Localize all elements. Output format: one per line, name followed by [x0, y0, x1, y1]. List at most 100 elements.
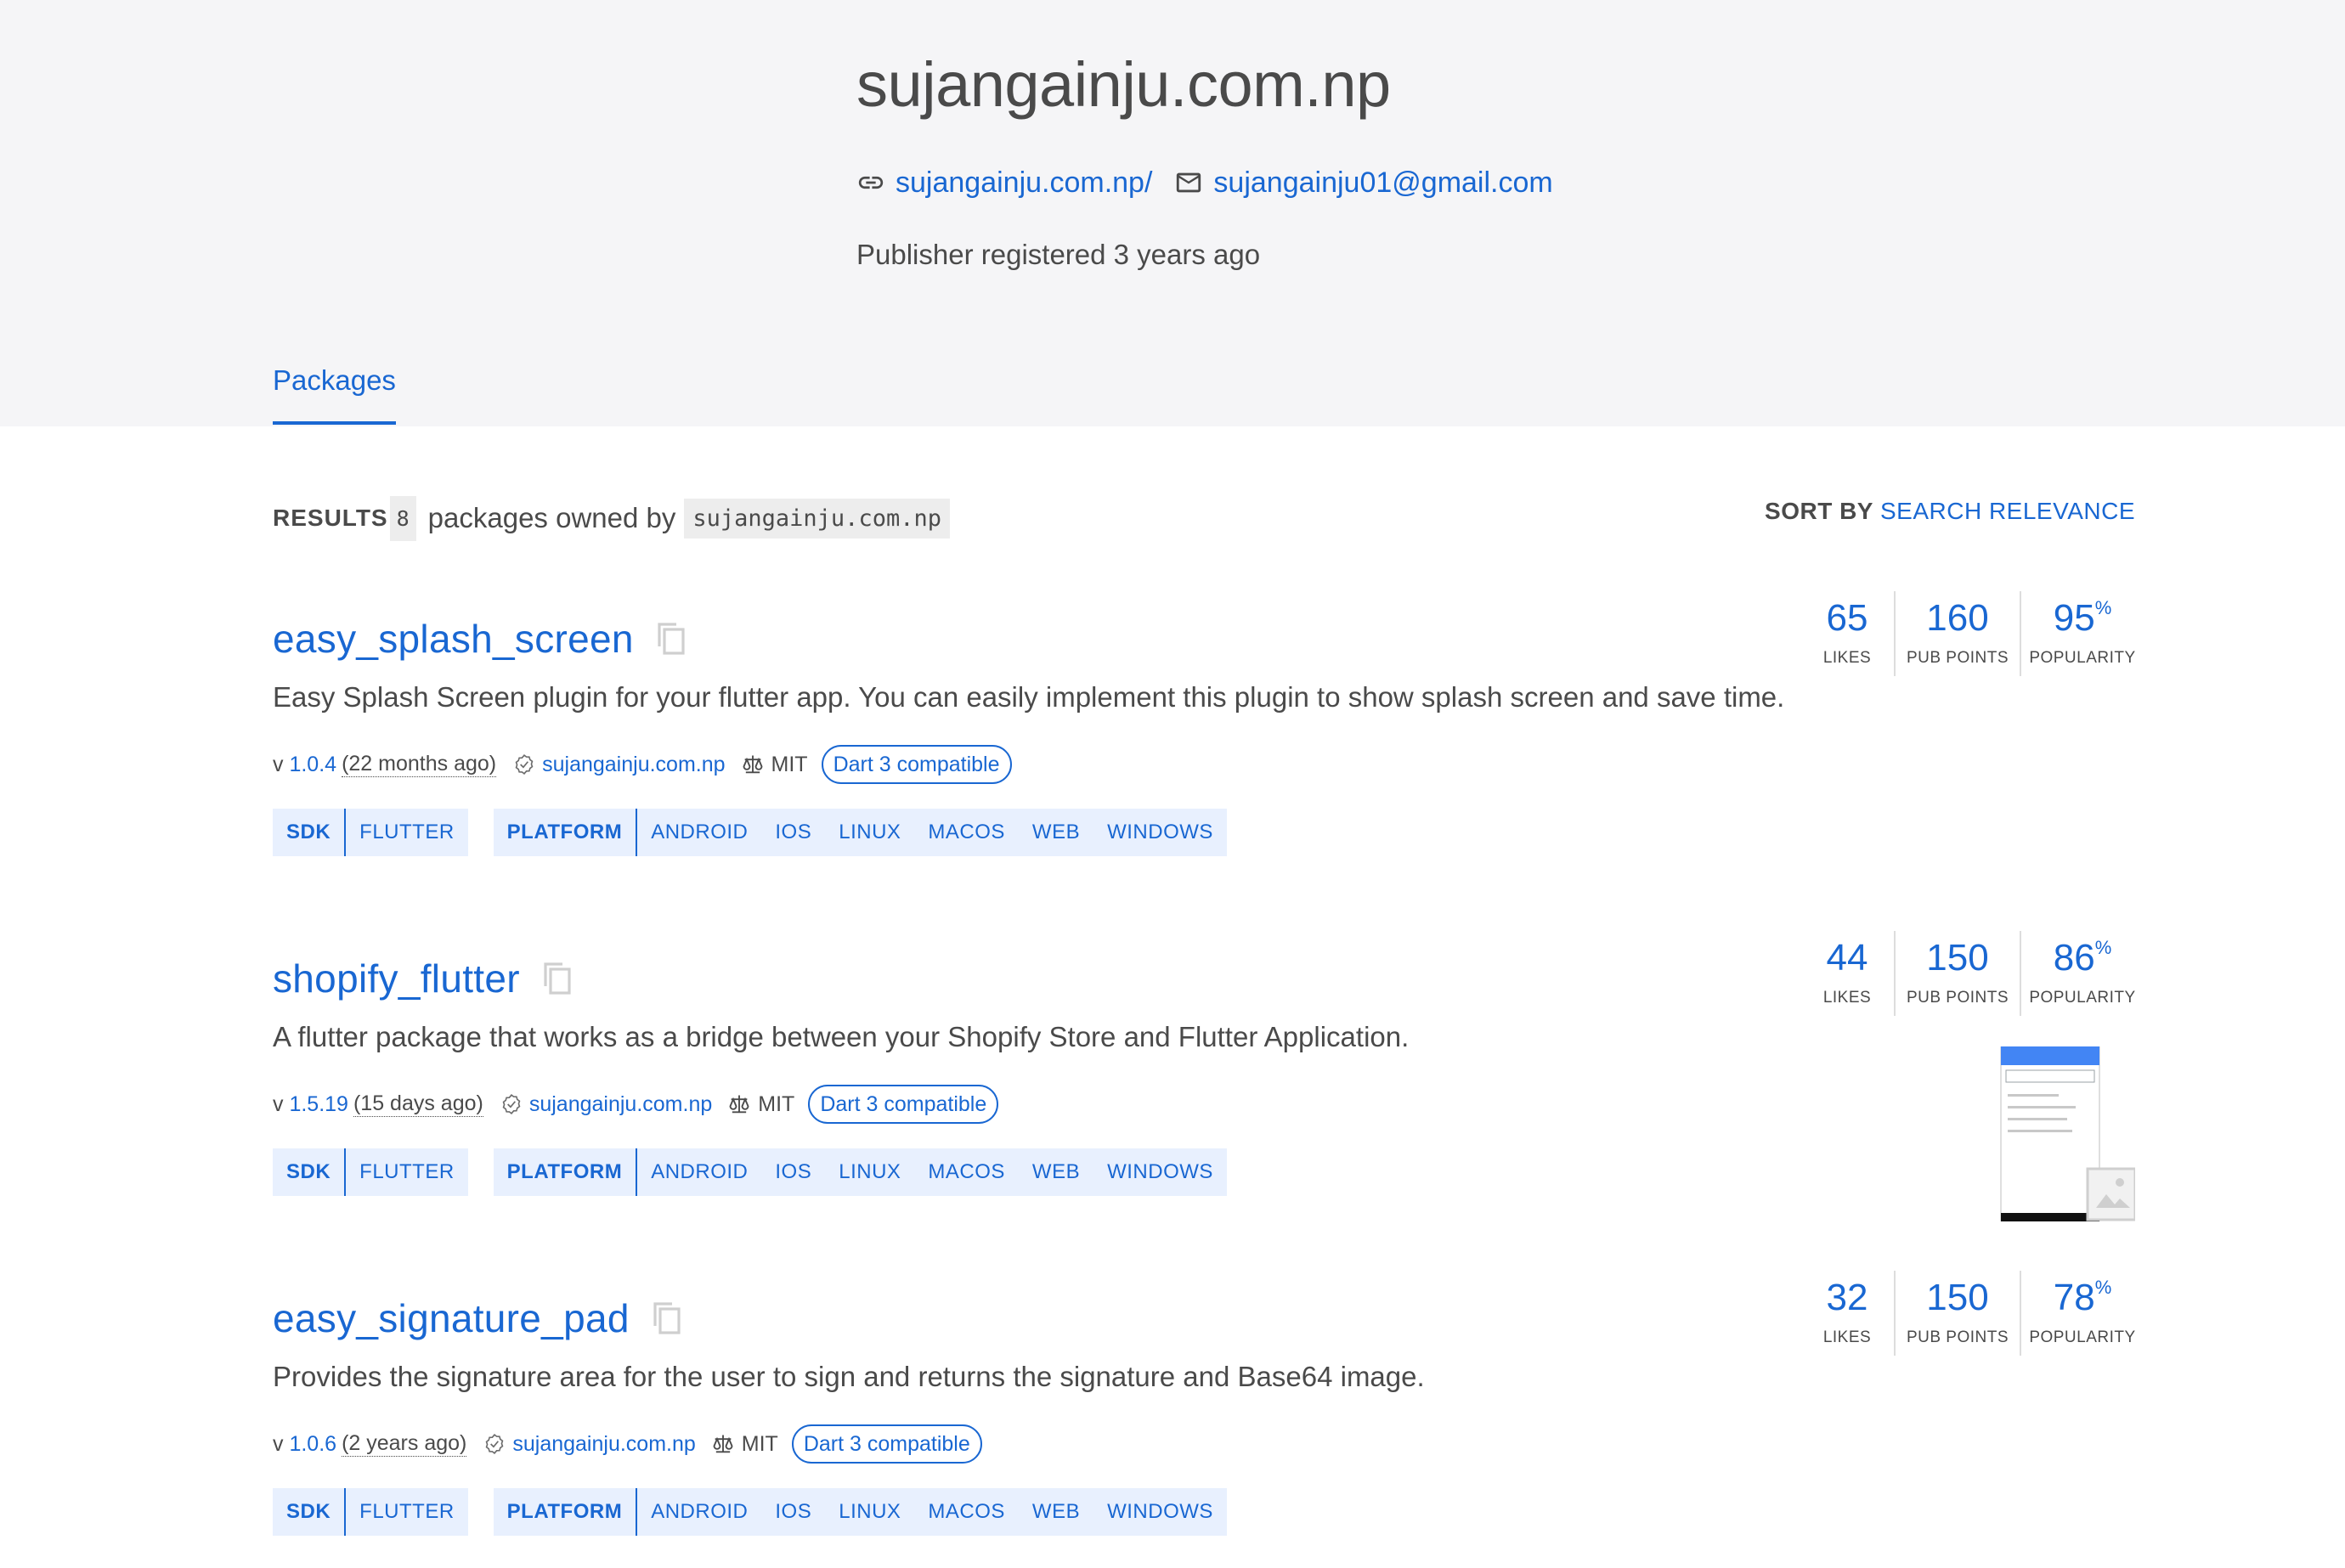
- tab-packages[interactable]: Packages: [273, 357, 396, 425]
- sort-value[interactable]: SEARCH RELEVANCE: [1880, 498, 2135, 524]
- sort-label: SORT BY: [1765, 498, 1873, 524]
- platform-tag[interactable]: ANDROID: [637, 1488, 761, 1536]
- package-description: Easy Splash Screen plugin for your flutt…: [273, 681, 1785, 713]
- platform-tag[interactable]: WINDOWS: [1093, 1148, 1227, 1196]
- platform-tag[interactable]: MACOS: [914, 1148, 1019, 1196]
- platform-tag[interactable]: LINUX: [825, 809, 914, 856]
- pub-points-label: PUB POINTS: [1906, 1328, 2009, 1346]
- pub-points-label: PUB POINTS: [1906, 989, 2009, 1007]
- popularity-label: POPULARITY: [2029, 1328, 2136, 1346]
- email-link[interactable]: sujangainju01@gmail.com: [1174, 166, 1553, 200]
- package-name-link[interactable]: easy_splash_screen: [273, 616, 634, 662]
- package-scores: 44 LIKES 150 PUB POINTS 86% POPULARITY: [1811, 931, 2135, 1016]
- platform-tag-label[interactable]: PLATFORM: [494, 1488, 638, 1536]
- pub-points-value: 160: [1926, 597, 1989, 639]
- package-license: MIT: [727, 1092, 794, 1117]
- likes-score[interactable]: 65 LIKES: [1811, 591, 1894, 676]
- verified-publisher-icon: [502, 1094, 521, 1114]
- verified-publisher-icon: [515, 754, 534, 775]
- platform-tag[interactable]: ANDROID: [637, 1148, 761, 1196]
- package-tags: SDK FLUTTER PLATFORM ANDROID IOS LINUX MACO…: [273, 1148, 1252, 1196]
- dart3-compatible-badge[interactable]: Dart 3 compatible: [808, 1085, 999, 1124]
- publisher-link[interactable]: sujangainju.com.np: [512, 1432, 695, 1457]
- link-icon: [858, 176, 884, 189]
- likes-score[interactable]: 32 LIKES: [1811, 1271, 1894, 1356]
- pub-points-score[interactable]: 150 PUB POINTS: [1894, 1271, 2020, 1356]
- package-version: v 1.5.19: [273, 1092, 348, 1117]
- popularity-score[interactable]: 95% POPULARITY: [2020, 591, 2135, 676]
- platform-tag[interactable]: ANDROID: [637, 809, 761, 856]
- likes-label: LIKES: [1822, 989, 1872, 1007]
- platform-tag[interactable]: MACOS: [914, 809, 1019, 856]
- website-link[interactable]: sujangainju.com.np/: [856, 166, 1152, 200]
- pub-points-score[interactable]: 150 PUB POINTS: [1894, 931, 2020, 1016]
- mail-icon: [1177, 172, 1201, 193]
- likes-value: 65: [1826, 597, 1868, 639]
- platform-tag[interactable]: IOS: [761, 1148, 825, 1196]
- version-link[interactable]: 1.0.4: [289, 753, 336, 776]
- package-publisher: sujangainju.com.np: [483, 1432, 696, 1457]
- platform-tag[interactable]: LINUX: [825, 1488, 914, 1536]
- platform-tag[interactable]: WEB: [1019, 1488, 1093, 1536]
- balance-scale-icon: [743, 755, 762, 774]
- publisher-header: sujangainju.com.np sujangainju.com.np/ s…: [0, 0, 2345, 426]
- platform-tag[interactable]: WINDOWS: [1093, 809, 1227, 856]
- sort-control[interactable]: SORT BY SEARCH RELEVANCE: [1765, 494, 2135, 528]
- sdk-tag-group: SDK FLUTTER: [273, 809, 468, 856]
- platform-tag[interactable]: WINDOWS: [1093, 1488, 1227, 1536]
- results-publisher: sujangainju.com.np: [684, 498, 950, 539]
- popularity-label: POPULARITY: [2029, 989, 2136, 1007]
- copy-icon[interactable]: [652, 1300, 682, 1336]
- package-card: shopify_flutter A flutter package that w…: [273, 931, 2135, 1250]
- sdk-tag-label[interactable]: SDK: [273, 1488, 347, 1536]
- version-link[interactable]: 1.0.6: [289, 1432, 336, 1456]
- license-text: MIT: [771, 752, 808, 776]
- sdk-tag-label[interactable]: SDK: [273, 1148, 347, 1196]
- popularity-score[interactable]: 78% POPULARITY: [2020, 1271, 2135, 1356]
- results-bar: RESULTS 8 packages owned by sujangainju.…: [273, 494, 2135, 542]
- platform-tag-label[interactable]: PLATFORM: [494, 1148, 638, 1196]
- tab-bar: Packages: [273, 357, 396, 426]
- publisher-registered: Publisher registered 3 years ago: [856, 239, 1261, 270]
- sdk-tag[interactable]: FLUTTER: [346, 1148, 468, 1196]
- platform-tag[interactable]: WEB: [1019, 1148, 1093, 1196]
- dart3-compatible-badge[interactable]: Dart 3 compatible: [791, 1424, 982, 1464]
- package-name-link[interactable]: easy_signature_pad: [273, 1295, 630, 1341]
- platform-tag[interactable]: IOS: [761, 809, 825, 856]
- platform-tag[interactable]: WEB: [1019, 809, 1093, 856]
- popularity-score[interactable]: 86% POPULARITY: [2020, 931, 2135, 1016]
- package-scores: 65 LIKES 160 PUB POINTS 95% POPULARITY: [1811, 591, 2135, 676]
- likes-score[interactable]: 44 LIKES: [1811, 931, 1894, 1016]
- sdk-tag[interactable]: FLUTTER: [346, 809, 468, 856]
- publisher-link[interactable]: sujangainju.com.np: [542, 753, 725, 777]
- package-updated-ago: (22 months ago): [342, 752, 497, 777]
- sdk-tag[interactable]: FLUTTER: [346, 1488, 468, 1536]
- platform-tag[interactable]: IOS: [761, 1488, 825, 1536]
- platform-tag-group: PLATFORM ANDROID IOS LINUX MACOS WEB WINDOWS: [493, 809, 1227, 856]
- package-publisher: sujangainju.com.np: [513, 753, 726, 777]
- package-name-link[interactable]: shopify_flutter: [273, 956, 520, 1001]
- pub-points-value: 150: [1926, 937, 1989, 979]
- screenshot-thumbnail[interactable]: [1999, 1046, 2135, 1221]
- version-prefix: v: [273, 1431, 284, 1456]
- license-text: MIT: [741, 1431, 778, 1456]
- platform-tag[interactable]: LINUX: [825, 1148, 914, 1196]
- package-meta: v 1.5.19 (15 days ago) sujangainju.com.n…: [273, 1084, 999, 1125]
- results-label: RESULTS: [273, 505, 388, 531]
- platform-tag-label[interactable]: PLATFORM: [494, 809, 638, 856]
- copy-icon[interactable]: [542, 961, 573, 996]
- pub-points-score[interactable]: 160 PUB POINTS: [1894, 591, 2020, 676]
- package-version: v 1.0.4: [273, 753, 336, 777]
- sdk-tag-group: SDK FLUTTER: [273, 1148, 468, 1196]
- publisher-link[interactable]: sujangainju.com.np: [529, 1092, 712, 1117]
- package-card: easy_splash_screen Easy Splash Screen pl…: [273, 591, 2135, 911]
- dart3-compatible-badge[interactable]: Dart 3 compatible: [821, 745, 1012, 784]
- version-link[interactable]: 1.5.19: [289, 1092, 348, 1116]
- license-text: MIT: [758, 1091, 795, 1116]
- package-publisher: sujangainju.com.np: [500, 1092, 712, 1117]
- sdk-tag-label[interactable]: SDK: [273, 809, 347, 856]
- package-meta: v 1.0.4 (22 months ago) sujangainju.com.…: [273, 744, 1012, 785]
- copy-icon[interactable]: [656, 621, 687, 657]
- likes-label: LIKES: [1822, 649, 1872, 667]
- platform-tag[interactable]: MACOS: [914, 1488, 1019, 1536]
